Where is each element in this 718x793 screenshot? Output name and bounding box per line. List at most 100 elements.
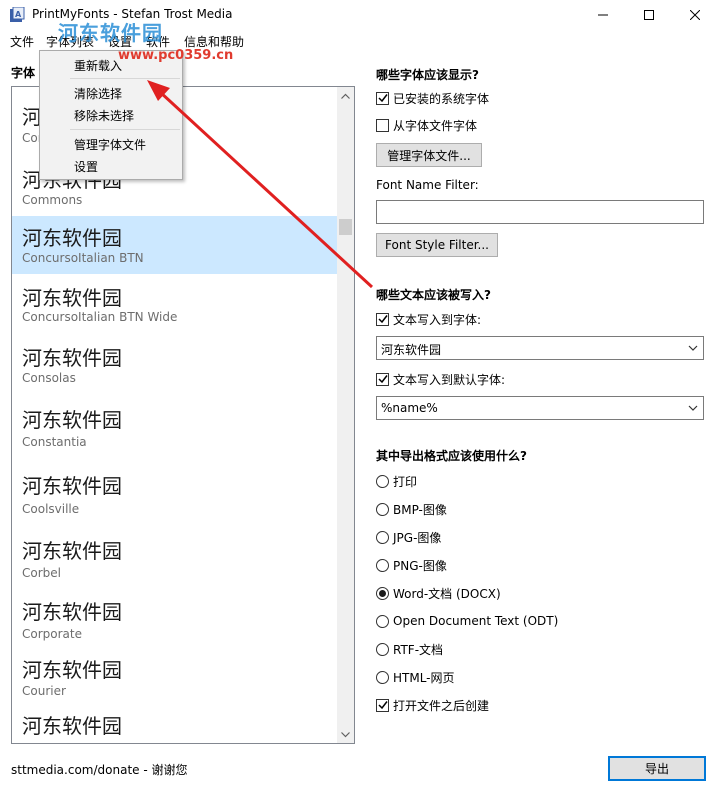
menu-item-settings[interactable]: 设置 (74, 158, 98, 175)
default-text-combobox[interactable]: %name% (376, 396, 704, 420)
font-name: ConcursoItalian BTN Wide (22, 310, 178, 324)
export-button[interactable]: 导出 (608, 756, 706, 781)
menu-separator (70, 78, 180, 79)
app-icon: A (10, 7, 25, 22)
format-option-png[interactable]: PNG-图像 (376, 557, 447, 573)
font-name: Consolas (22, 371, 76, 385)
font-list-item[interactable]: 河东软件园 Corbel (12, 526, 337, 588)
format-option-bmp[interactable]: BMP-图像 (376, 501, 447, 517)
font-list-menu-dropdown: 重新载入 清除选择 移除未选择 管理字体文件 设置 (39, 50, 183, 180)
close-button[interactable] (672, 0, 718, 30)
scroll-down-icon[interactable] (337, 726, 354, 743)
font-name: Corbel (22, 566, 61, 580)
font-text-combobox[interactable]: 河东软件园 (376, 336, 704, 360)
font-list-item[interactable]: 河东软件园 Corporate (12, 588, 337, 648)
check-icon (377, 94, 388, 103)
menu-file[interactable]: 文件 (10, 33, 34, 50)
format-option-label: RTF-文档 (393, 642, 444, 657)
maximize-icon (644, 10, 654, 20)
font-sample-text: 河东软件园 (22, 286, 122, 310)
format-option-html[interactable]: HTML-网页 (376, 669, 455, 685)
font-sample-text: 河东软件园 (22, 226, 122, 250)
format-option-print[interactable]: 打印 (376, 473, 417, 489)
check-icon (377, 375, 388, 384)
font-name-filter-label: Font Name Filter: (376, 178, 479, 192)
minimize-button[interactable] (580, 0, 626, 30)
scroll-thumb[interactable] (339, 219, 352, 235)
font-name: Courier (22, 684, 66, 698)
write-to-default-checkbox[interactable] (376, 372, 389, 386)
radio-button[interactable] (376, 642, 389, 656)
write-to-font-checkbox[interactable] (376, 312, 389, 326)
font-list-item[interactable]: 河东软件园 Courier (12, 648, 337, 706)
maximize-button[interactable] (626, 0, 672, 30)
font-text-value: 河东软件园 (381, 343, 442, 357)
format-option-label: Word-文档 (DOCX) (393, 586, 501, 601)
font-style-filter-button[interactable]: Font Style Filter... (376, 233, 498, 257)
write-to-default-label: 文本写入到默认字体: (393, 372, 506, 387)
font-list-item-selected[interactable]: 河东软件园 ConcursoItalian BTN (12, 216, 337, 274)
write-to-font-label: 文本写入到字体: (393, 312, 482, 327)
radio-button[interactable] (376, 474, 389, 488)
radio-button[interactable] (376, 502, 389, 516)
default-text-value: %name% (381, 401, 438, 415)
radio-button-selected[interactable] (376, 586, 389, 600)
font-files-checkbox-row[interactable]: 从字体文件字体 (376, 117, 477, 133)
font-sample-text: 河东软件园 (22, 408, 122, 432)
radio-dot-icon (379, 589, 386, 597)
installed-fonts-checkbox-row[interactable]: 已安装的系统字体 (376, 90, 489, 106)
format-option-label: BMP-图像 (393, 502, 447, 517)
check-icon (377, 701, 388, 710)
format-option-label: 打印 (393, 474, 418, 489)
export-format-section-title: 其中导出格式应该使用什么? (376, 449, 527, 463)
chevron-down-icon[interactable] (687, 341, 699, 355)
menu-item-remove-unselected[interactable]: 移除未选择 (74, 107, 134, 124)
svg-text:A: A (15, 10, 22, 19)
font-list-item[interactable]: 河东软件园 Coolsville (12, 460, 337, 526)
font-name-filter-input[interactable] (376, 200, 704, 224)
write-to-font-checkbox-row[interactable]: 文本写入到字体: (376, 311, 481, 327)
format-option-rtf[interactable]: RTF-文档 (376, 641, 443, 657)
radio-button[interactable] (376, 614, 389, 628)
format-option-label: JPG-图像 (393, 530, 442, 545)
menu-item-clear-selection[interactable]: 清除选择 (74, 85, 122, 102)
font-list-item[interactable]: 河东软件园 ConcursoItalian BTN Wide (12, 274, 337, 334)
menu-separator (70, 129, 180, 130)
open-after-create-label: 打开文件之后创建 (393, 698, 490, 713)
radio-button[interactable] (376, 530, 389, 544)
scroll-up-icon[interactable] (337, 87, 354, 104)
format-option-label: HTML-网页 (393, 670, 455, 685)
font-files-label: 从字体文件字体 (393, 118, 478, 133)
font-name: Commons (22, 193, 83, 207)
font-list-item[interactable]: 河东软件园 Consolas (12, 334, 337, 396)
watermark-url: www.pc0359.cn (118, 48, 234, 63)
font-list[interactable]: 河东软件园 Cor 河东软件园 Commons 河东软件园 ConcursoIt… (11, 86, 355, 744)
font-list-header: 字体 (11, 66, 36, 80)
menu-item-manage-font-files[interactable]: 管理字体文件 (74, 136, 146, 153)
font-name: Coolsville (22, 502, 80, 516)
font-list-item[interactable]: 河东软件园 (12, 706, 337, 743)
open-after-create-checkbox[interactable] (376, 698, 389, 712)
menu-item-reload[interactable]: 重新载入 (74, 57, 122, 74)
font-sample-text: 河东软件园 (22, 539, 122, 563)
close-icon (690, 10, 700, 20)
open-after-create-checkbox-row[interactable]: 打开文件之后创建 (376, 697, 489, 713)
chevron-down-icon[interactable] (687, 401, 699, 415)
format-option-docx[interactable]: Word-文档 (DOCX) (376, 585, 501, 601)
minimize-icon (598, 14, 608, 16)
format-option-odt[interactable]: Open Document Text (ODT) (376, 613, 558, 629)
radio-button[interactable] (376, 670, 389, 684)
font-files-checkbox[interactable] (376, 118, 389, 132)
write-to-default-checkbox-row[interactable]: 文本写入到默认字体: (376, 371, 505, 387)
font-list-scrollbar[interactable] (337, 87, 354, 743)
font-sample-text: 河东软件园 (22, 346, 122, 370)
format-option-jpg[interactable]: JPG-图像 (376, 529, 441, 545)
installed-fonts-checkbox[interactable] (376, 91, 389, 105)
font-list-item[interactable]: 河东软件园 Constantia (12, 396, 337, 460)
format-option-label: Open Document Text (ODT) (393, 614, 559, 628)
manage-font-files-button[interactable]: 管理字体文件... (376, 143, 482, 167)
installed-fonts-label: 已安装的系统字体 (393, 91, 490, 106)
radio-button[interactable] (376, 558, 389, 572)
donate-link[interactable]: sttmedia.com/donate - 谢谢您 (11, 761, 188, 778)
font-sample-text: 河东软件园 (22, 658, 122, 682)
